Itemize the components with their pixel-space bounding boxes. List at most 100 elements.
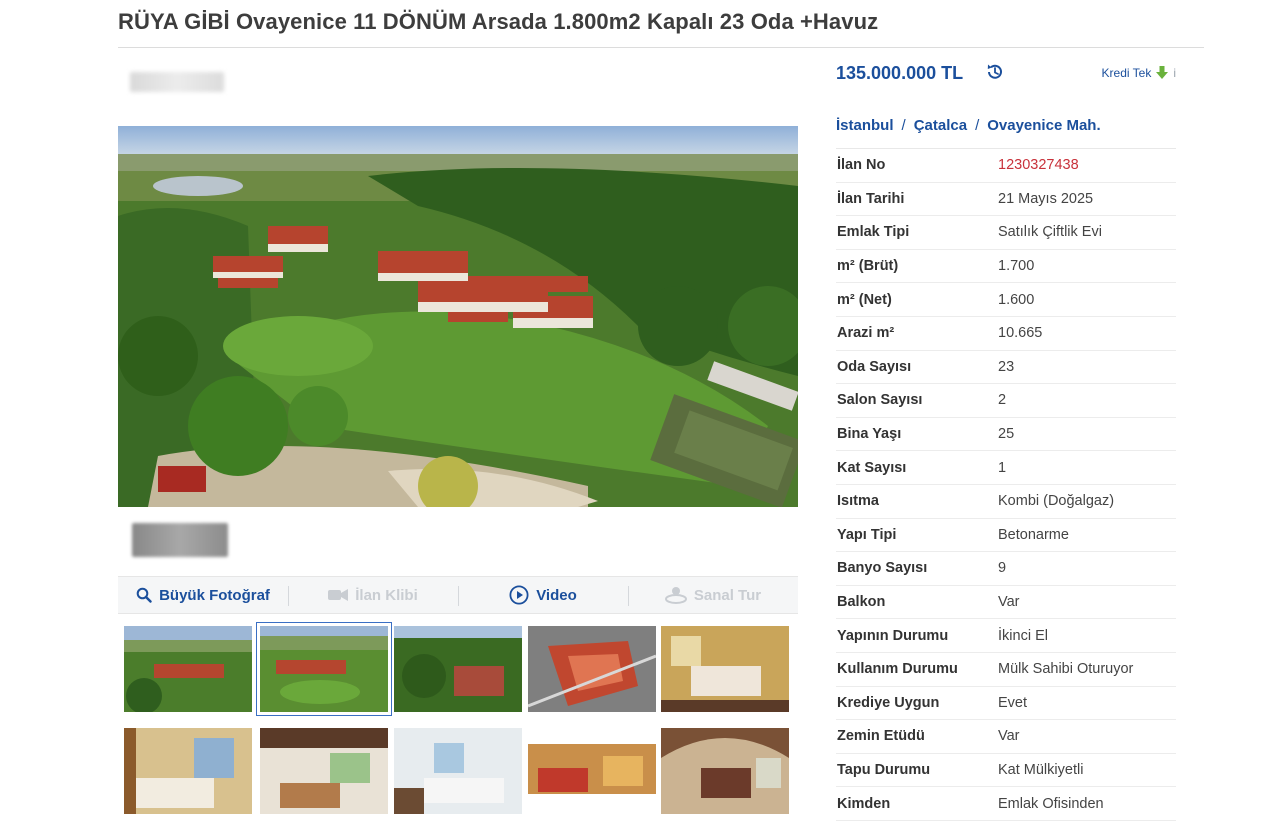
- large-photo-label: Büyük Fotoğraf: [159, 586, 270, 604]
- thumbnail[interactable]: [394, 626, 522, 712]
- detail-value: Mülk Sahibi Oturuyor: [998, 661, 1134, 678]
- breadcrumb-separator: /: [975, 117, 980, 134]
- detail-value: 10.665: [998, 325, 1043, 342]
- thumbnail[interactable]: [528, 626, 656, 712]
- photo-toolbar: Büyük Fotoğraf İlan Klibi Video Sanal Tu…: [118, 576, 798, 614]
- thumbnail[interactable]: [124, 626, 252, 712]
- redacted-text: [130, 72, 224, 92]
- detail-row: Bina Yaşı 25: [836, 418, 1176, 452]
- credit-label-tail: i: [1173, 66, 1176, 80]
- listing-price: 135.000.000 TL: [836, 63, 964, 83]
- detail-value: 1.700: [998, 258, 1035, 275]
- detail-row: Isıtma Kombi (Doğalgaz): [836, 485, 1176, 519]
- detail-label: İlan Tarihi: [837, 190, 905, 207]
- detail-label: Yapının Durumu: [837, 627, 949, 644]
- redacted-logo: [132, 523, 228, 557]
- detail-label: Kullanım Durumu: [837, 661, 958, 678]
- detail-label: Krediye Uygun: [837, 694, 940, 711]
- detail-label: m² (Net): [837, 291, 892, 308]
- video-button[interactable]: Video: [458, 577, 628, 613]
- video-label: Video: [536, 586, 577, 604]
- breadcrumb-city[interactable]: İstanbul: [836, 117, 894, 134]
- detail-value: Kombi (Doğalgaz): [998, 493, 1115, 510]
- detail-value: 9: [998, 560, 1007, 577]
- price-row: 135.000.000 TL Kredi Tek i: [836, 60, 1176, 90]
- detail-value: 2: [998, 392, 1007, 409]
- detail-label: Balkon: [837, 594, 886, 611]
- detail-value: 1.600: [998, 291, 1035, 308]
- detail-value: Satılık Çiftlik Evi: [998, 224, 1102, 241]
- listing-number: 1230327438: [998, 157, 1079, 174]
- listing-details-table: İlan No 1230327438 İlan Tarihi 21 Mayıs 20…: [836, 148, 1176, 821]
- detail-row: Emlak Tipi Satılık Çiftlik Evi: [836, 216, 1176, 250]
- detail-value: Evet: [998, 694, 1028, 711]
- detail-value: Var: [998, 594, 1020, 611]
- thumbnail[interactable]: [260, 728, 388, 814]
- detail-row: Salon Sayısı 2: [836, 384, 1176, 418]
- detail-label: m² (Brüt): [837, 258, 899, 275]
- video-camera-icon: [328, 589, 349, 601]
- detail-label: Kimden: [837, 795, 891, 812]
- detail-row: İlan No 1230327438: [836, 149, 1176, 183]
- detail-row: Arazi m² 10.665: [836, 317, 1176, 351]
- detail-label: Salon Sayısı: [837, 392, 923, 409]
- breadcrumb-neighborhood[interactable]: Ovayenice Mah.: [987, 117, 1100, 134]
- detail-row: İlan Tarihi 21 Mayıs 2025: [836, 183, 1176, 217]
- detail-row: Kullanım Durumu Mülk Sahibi Oturuyor: [836, 653, 1176, 687]
- detail-label: Zemin Etüdü: [837, 728, 925, 745]
- detail-row: Kimden Emlak Ofisinden: [836, 787, 1176, 821]
- detail-value: Var: [998, 728, 1020, 745]
- detail-value: 21 Mayıs 2025: [998, 190, 1094, 207]
- listing-clip-label: İlan Klibi: [355, 586, 418, 604]
- detail-value: İkinci El: [998, 627, 1048, 644]
- detail-label: Oda Sayısı: [837, 358, 912, 375]
- breadcrumb: İstanbul / Çatalca / Ovayenice Mah.: [836, 117, 1101, 134]
- title-divider: [118, 47, 1204, 48]
- detail-row: Banyo Sayısı 9: [836, 552, 1176, 586]
- detail-label: Emlak Tipi: [837, 224, 910, 241]
- detail-row: Krediye Uygun Evet: [836, 687, 1176, 721]
- thumbnail[interactable]: [256, 622, 392, 716]
- thumbnail-grid: [118, 616, 798, 824]
- listing-title: RÜYA GİBİ Ovayenice 11 DÖNÜM Arsada 1.80…: [118, 9, 879, 34]
- breadcrumb-district[interactable]: Çatalca: [914, 117, 967, 134]
- detail-row: Balkon Var: [836, 586, 1176, 620]
- thumbnail[interactable]: [124, 728, 252, 814]
- history-icon[interactable]: [985, 62, 1005, 87]
- detail-row: Yapı Tipi Betonarme: [836, 519, 1176, 553]
- virtual-tour-button[interactable]: Sanal Tur: [628, 577, 798, 613]
- detail-label: Yapı Tipi: [837, 526, 897, 543]
- thumbnail[interactable]: [661, 626, 789, 712]
- detail-value: 1: [998, 459, 1007, 476]
- detail-label: Isıtma: [837, 493, 879, 510]
- thumbnail[interactable]: [528, 728, 656, 814]
- credit-label: Kredi Tek: [1101, 66, 1152, 80]
- detail-row: Kat Sayısı 1: [836, 451, 1176, 485]
- detail-row: Zemin Etüdü Var: [836, 720, 1176, 754]
- download-arrow-icon: [1156, 66, 1169, 79]
- breadcrumb-separator: /: [901, 117, 906, 134]
- credit-link[interactable]: Kredi Tek i: [1102, 66, 1176, 80]
- detail-row: Oda Sayısı 23: [836, 351, 1176, 385]
- detail-row: m² (Brüt) 1.700: [836, 250, 1176, 284]
- magnifier-icon: [136, 587, 152, 603]
- thumbnail[interactable]: [394, 728, 522, 814]
- virtual-tour-icon: [664, 587, 687, 604]
- play-circle-icon: [509, 585, 529, 605]
- detail-value: Betonarme: [998, 526, 1069, 543]
- detail-value: Kat Mülkiyetli: [998, 761, 1084, 778]
- detail-row: Yapının Durumu İkinci El: [836, 619, 1176, 653]
- listing-clip-button[interactable]: İlan Klibi: [288, 577, 458, 613]
- main-listing-photo[interactable]: [118, 126, 798, 507]
- detail-label: Arazi m²: [837, 325, 895, 342]
- detail-label: Banyo Sayısı: [837, 560, 928, 577]
- large-photo-button[interactable]: Büyük Fotoğraf: [118, 577, 288, 613]
- detail-row: Tapu Durumu Kat Mülkiyetli: [836, 754, 1176, 788]
- virtual-tour-label: Sanal Tur: [693, 586, 762, 604]
- detail-label: Bina Yaşı: [837, 426, 902, 443]
- thumbnail[interactable]: [661, 728, 789, 814]
- detail-label: İlan No: [837, 157, 886, 174]
- detail-row: m² (Net) 1.600: [836, 283, 1176, 317]
- detail-value: 25: [998, 426, 1015, 443]
- detail-value: 23: [998, 358, 1015, 375]
